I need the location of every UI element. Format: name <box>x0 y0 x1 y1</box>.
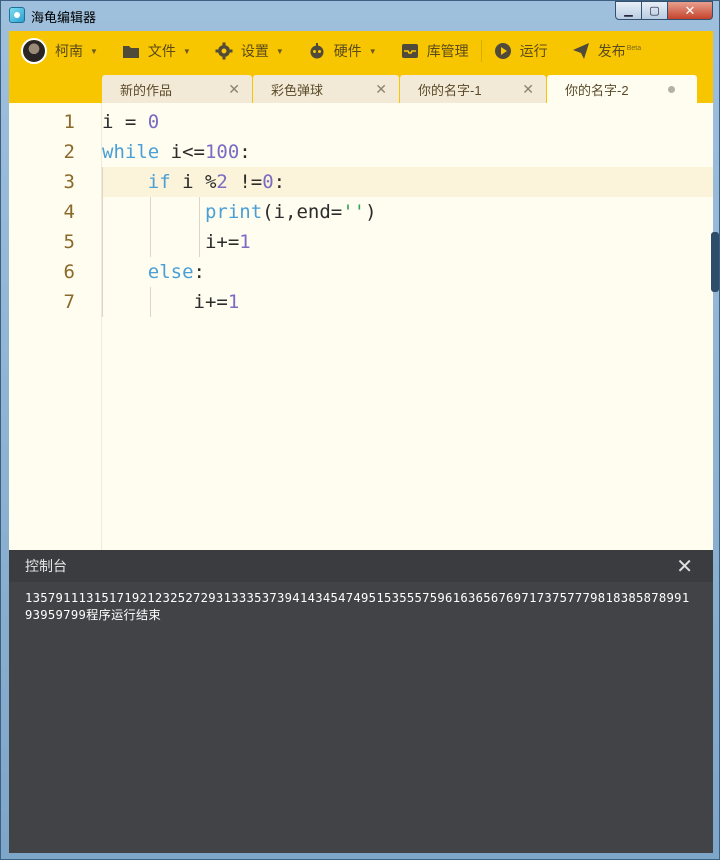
tab-label: 彩色弹球 <box>271 82 324 98</box>
close-window-button[interactable]: ✕ <box>668 1 713 20</box>
publish-button[interactable]: 发布 Beta <box>560 31 653 71</box>
chevron-down-icon: ▼ <box>275 46 284 56</box>
line-number: 6 <box>63 261 75 283</box>
indent-guide <box>150 287 151 317</box>
folder-icon <box>122 42 140 60</box>
settings-menu[interactable]: 设置 ▼ <box>203 31 296 71</box>
settings-menu-label: 设置 <box>240 43 269 59</box>
console-header: 控制台 ✕ <box>9 550 713 582</box>
inbox-icon <box>401 42 419 60</box>
tab-label: 你的名字-2 <box>565 82 629 98</box>
code-line-2: while i<=100: <box>102 137 713 167</box>
code-text: else: <box>147 261 205 283</box>
code-line-3-current: if i %2 !=0: <box>102 167 713 197</box>
console-output: 1357911131517192123252729313335373941434… <box>9 582 713 853</box>
code-editor[interactable]: 1 2 3 4 5 6 7 i = 0 while i<=100: if i %… <box>9 103 713 598</box>
chevron-down-icon: ▼ <box>182 46 191 56</box>
chevron-down-icon: ▼ <box>90 46 98 56</box>
line-number: 7 <box>63 291 75 313</box>
file-tab-bar: 新的作品 ✕ 彩色弹球 ✕ 你的名字-1 ✕ 你的名字-2 <box>9 71 713 103</box>
close-console-icon[interactable]: ✕ <box>676 554 693 579</box>
play-circle-icon <box>494 42 512 60</box>
tab-label: 你的名字-1 <box>418 82 482 98</box>
code-text: print(i,end='') <box>204 201 377 223</box>
code-text: i = 0 <box>102 111 160 133</box>
publish-label: 发布 <box>597 43 626 59</box>
hardware-menu-label: 硬件 <box>333 43 362 59</box>
code-line-7: i+=1 <box>102 287 713 317</box>
title-bar: 海龟编辑器 ▁ ▢ ✕ <box>1 1 719 29</box>
app-client-area: 柯南 ▼ 文件 ▼ 设置 ▼ 硬件 ▼ 库管理 运行 发布 Beta 新的作品 … <box>9 31 713 853</box>
file-menu-label: 文件 <box>147 43 176 59</box>
user-name: 柯南 <box>55 43 83 59</box>
close-tab-icon[interactable]: ✕ <box>522 81 534 98</box>
gear-icon <box>215 42 233 60</box>
close-tab-icon[interactable]: ✕ <box>228 81 240 98</box>
tab-your-name-1[interactable]: 你的名字-1 ✕ <box>400 75 546 103</box>
window-resize-handle[interactable] <box>711 232 719 292</box>
line-number: 4 <box>63 201 75 223</box>
hardware-menu[interactable]: 硬件 ▼ <box>296 31 389 71</box>
window-controls: ▁ ▢ ✕ <box>615 1 713 21</box>
code-line-6: else: <box>102 257 713 287</box>
send-icon <box>572 42 590 60</box>
app-icon <box>9 7 25 23</box>
code-text: i+=1 <box>102 291 240 313</box>
tab-new-work[interactable]: 新的作品 ✕ <box>102 75 252 103</box>
code-text: if i %2 !=0: <box>147 171 286 193</box>
console-title: 控制台 <box>25 558 67 574</box>
code-text: i+=1 <box>102 231 251 253</box>
chevron-down-icon: ▼ <box>368 46 377 56</box>
indent-guide <box>150 197 151 257</box>
code-line-5: i+=1 <box>102 227 713 257</box>
user-menu[interactable]: 柯南 ▼ <box>9 31 110 71</box>
tab-label: 新的作品 <box>120 82 173 98</box>
toolbar-run-button[interactable]: 运行 <box>482 31 560 71</box>
code-line-4: print(i,end='') <box>102 197 713 227</box>
library-manager-button[interactable]: 库管理 <box>389 31 481 71</box>
file-menu[interactable]: 文件 ▼ <box>110 31 203 71</box>
line-number: 5 <box>63 231 75 253</box>
minimize-icon: ▁ <box>624 5 633 17</box>
code-text: while i<=100: <box>102 141 251 163</box>
unsaved-dot-icon <box>668 86 675 93</box>
close-icon: ✕ <box>684 2 696 18</box>
line-number-gutter: 1 2 3 4 5 6 7 <box>9 103 102 550</box>
main-toolbar: 柯南 ▼ 文件 ▼ 设置 ▼ 硬件 ▼ 库管理 运行 发布 Beta <box>9 31 713 71</box>
line-number: 1 <box>63 111 75 133</box>
tab-color-ball[interactable]: 彩色弹球 ✕ <box>253 75 399 103</box>
maximize-icon: ▢ <box>649 5 660 17</box>
toolbar-run-label: 运行 <box>519 43 548 59</box>
minimize-button[interactable]: ▁ <box>615 1 642 20</box>
hardware-icon <box>308 42 326 60</box>
line-number: 3 <box>63 171 75 193</box>
beta-badge: Beta <box>626 44 642 52</box>
library-manager-label: 库管理 <box>426 43 469 59</box>
code-line-1: i = 0 <box>102 107 713 137</box>
maximize-button[interactable]: ▢ <box>642 1 668 20</box>
close-tab-icon[interactable]: ✕ <box>375 81 387 98</box>
indent-guide <box>199 197 200 257</box>
app-window: 海龟编辑器 ▁ ▢ ✕ 柯南 ▼ 文件 ▼ 设置 ▼ 硬件 ▼ 库管理 运行 发… <box>0 0 720 860</box>
indent-guide <box>102 167 103 317</box>
window-title: 海龟编辑器 <box>31 10 97 25</box>
tab-your-name-2[interactable]: 你的名字-2 <box>547 75 697 103</box>
avatar <box>21 38 47 64</box>
line-number: 2 <box>63 141 75 163</box>
